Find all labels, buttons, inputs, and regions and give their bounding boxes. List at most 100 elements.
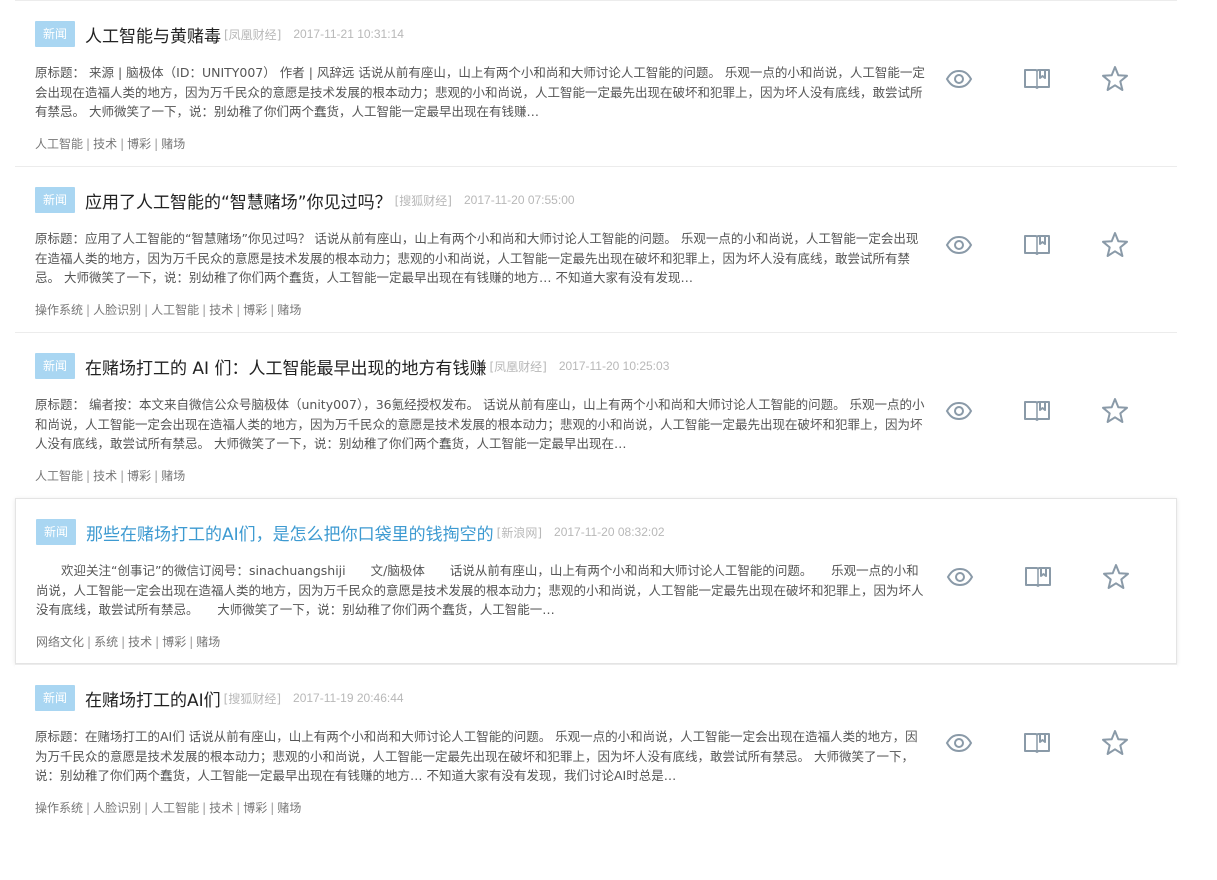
news-title-link[interactable]: 应用了人工智能的“智慧赌场”你见过吗？ [85,188,392,213]
book-icon [1023,67,1051,91]
tag-link[interactable]: 技术 [93,469,117,483]
favorite-button[interactable] [1099,395,1131,427]
tag-link[interactable]: 技术 [209,303,233,317]
news-title-link[interactable]: 人工智能与黄赌毒 [85,22,221,47]
tag-link[interactable]: 博彩 [243,801,267,815]
view-button[interactable] [943,229,975,261]
tag-link[interactable]: 技术 [93,137,117,151]
view-button[interactable] [943,727,975,759]
tag-link[interactable]: 博彩 [162,635,186,649]
action-bar [944,561,1144,593]
news-type-badge: 新闻 [35,21,75,47]
title-row: 新闻 人工智能与黄赌毒 [凤凰财经] 2017-11-21 10:31:14 [35,21,404,47]
eye-icon [945,401,973,421]
tag-separator: | [270,801,275,815]
tag-separator: | [154,137,159,151]
tag-link[interactable]: 系统 [94,635,118,649]
news-time: 2017-11-20 08:32:02 [554,525,665,539]
tag-link[interactable]: 人工智能 [35,137,83,151]
favorite-button[interactable] [1100,561,1132,593]
tag-link[interactable]: 人工智能 [35,469,83,483]
news-summary: 原标题：应用了人工智能的“智慧赌场”你见过吗？ 话说从前有座山，山上有两个小和尚… [35,231,919,285]
news-time: 2017-11-21 10:31:14 [293,27,404,41]
view-button[interactable] [943,395,975,427]
tag-link[interactable]: 博彩 [243,303,267,317]
book-icon [1023,233,1051,257]
tag-separator: | [155,635,160,649]
tag-link[interactable]: 赌场 [277,801,301,815]
news-summary: 原标题：在赌场打工的AI们 话说从前有座山，山上有两个小和尚和大师讨论人工智能的… [35,729,918,783]
star-icon [1101,65,1129,93]
news-time: 2017-11-19 20:46:44 [293,691,404,705]
view-button[interactable] [944,561,976,593]
tag-separator: | [87,635,92,649]
action-bar [943,727,1143,759]
tag-separator: | [154,469,159,483]
book-icon [1023,731,1051,755]
tag-link[interactable]: 人脸识别 [93,801,141,815]
news-item: 新闻 那些在赌场打工的AI们，是怎么把你口袋里的钱掏空的 [新浪网] 2017-… [15,498,1177,664]
tag-list: 人工智能 | 技术 | 博彩 | 赌场 [35,467,185,484]
tag-separator: | [202,801,207,815]
tag-link[interactable]: 操作系统 [35,303,83,317]
news-item: 新闻 人工智能与黄赌毒 [凤凰财经] 2017-11-21 10:31:14 原… [15,0,1177,166]
tag-link[interactable]: 人脸识别 [93,303,141,317]
news-summary: 原标题： 编者按：本文来自微信公众号脑极体（unity007），36氪经授权发布… [35,397,925,451]
news-title-link[interactable]: 在赌场打工的AI们 [85,686,221,711]
tag-link[interactable]: 技术 [209,801,233,815]
news-title-link[interactable]: 在赌场打工的 AI 们：人工智能最早出现的地方有钱赚 [85,354,486,379]
news-type-badge: 新闻 [35,685,75,711]
tag-separator: | [144,801,149,815]
tag-link[interactable]: 赌场 [161,137,185,151]
tag-link[interactable]: 赌场 [277,303,301,317]
eye-icon [945,69,973,89]
tag-link[interactable]: 人工智能 [151,303,199,317]
news-source: [新浪网] [496,525,543,540]
news-type-badge: 新闻 [36,519,76,545]
favorite-button[interactable] [1099,727,1131,759]
favorite-button[interactable] [1099,229,1131,261]
news-title-link[interactable]: 那些在赌场打工的AI们，是怎么把你口袋里的钱掏空的 [86,520,494,545]
news-summary: 原标题： 来源 | 脑极体（ID：UNITY007） 作者 | 风辞远 话说从前… [35,65,925,119]
read-later-button[interactable] [1021,229,1053,261]
read-later-button[interactable] [1021,727,1053,759]
tag-list: 人工智能 | 技术 | 博彩 | 赌场 [35,135,185,152]
book-icon [1023,399,1051,423]
star-icon [1102,563,1130,591]
tag-separator: | [236,303,241,317]
star-icon [1101,397,1129,425]
tag-separator: | [120,137,125,151]
tag-link[interactable]: 人工智能 [151,801,199,815]
news-time: 2017-11-20 07:55:00 [464,193,575,207]
view-button[interactable] [943,63,975,95]
news-source: [搜狐财经] [394,193,452,208]
tag-link[interactable]: 赌场 [196,635,220,649]
tag-link[interactable]: 技术 [128,635,152,649]
news-summary: 欢迎关注“创事记”的微信订阅号：sinachuangshiji 文/脑极体 话说… [36,563,924,617]
tag-link[interactable]: 博彩 [127,137,151,151]
star-icon [1101,729,1129,757]
title-row: 新闻 在赌场打工的 AI 们：人工智能最早出现的地方有钱赚 [凤凰财经] 201… [35,353,669,379]
tag-separator: | [202,303,207,317]
news-item: 新闻 应用了人工智能的“智慧赌场”你见过吗？ [搜狐财经] 2017-11-20… [15,166,1177,332]
tag-separator: | [236,801,241,815]
news-type-badge: 新闻 [35,353,75,379]
favorite-button[interactable] [1099,63,1131,95]
news-type-badge: 新闻 [35,187,75,213]
tag-link[interactable]: 赌场 [161,469,185,483]
tag-link[interactable]: 操作系统 [35,801,83,815]
tag-separator: | [86,469,91,483]
eye-icon [945,733,973,753]
read-later-button[interactable] [1022,561,1054,593]
read-later-button[interactable] [1021,63,1053,95]
tag-link[interactable]: 网络文化 [36,635,84,649]
eye-icon [945,235,973,255]
title-row: 新闻 应用了人工智能的“智慧赌场”你见过吗？ [搜狐财经] 2017-11-20… [35,187,575,213]
tag-separator: | [120,469,125,483]
star-icon [1101,231,1129,259]
read-later-button[interactable] [1021,395,1053,427]
news-source: [凤凰财经] [489,359,547,374]
tag-separator: | [270,303,275,317]
tag-link[interactable]: 博彩 [127,469,151,483]
news-time: 2017-11-20 10:25:03 [558,359,670,373]
